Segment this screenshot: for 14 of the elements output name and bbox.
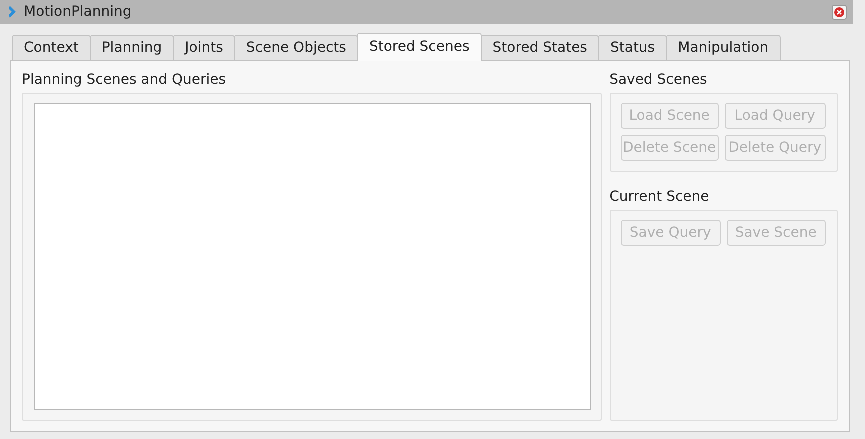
tab[interactable]: Context: [12, 35, 91, 60]
tab[interactable]: Scene Objects: [234, 35, 358, 60]
tab[interactable]: Joints: [173, 35, 236, 60]
group-title: Current Scene: [610, 188, 710, 207]
chevron-icon: [8, 5, 18, 19]
tab[interactable]: Status: [598, 35, 668, 60]
group-title: Saved Scenes: [610, 71, 708, 90]
window-title: MotionPlanning: [24, 4, 133, 20]
group-title: Planning Scenes and Queries: [22, 71, 228, 90]
tab[interactable]: Manipulation: [666, 35, 781, 60]
tab[interactable]: Planning: [90, 35, 174, 60]
close-icon[interactable]: [832, 4, 847, 20]
tab[interactable]: Stored States: [480, 35, 600, 60]
tab[interactable]: Stored Scenes: [357, 33, 482, 61]
